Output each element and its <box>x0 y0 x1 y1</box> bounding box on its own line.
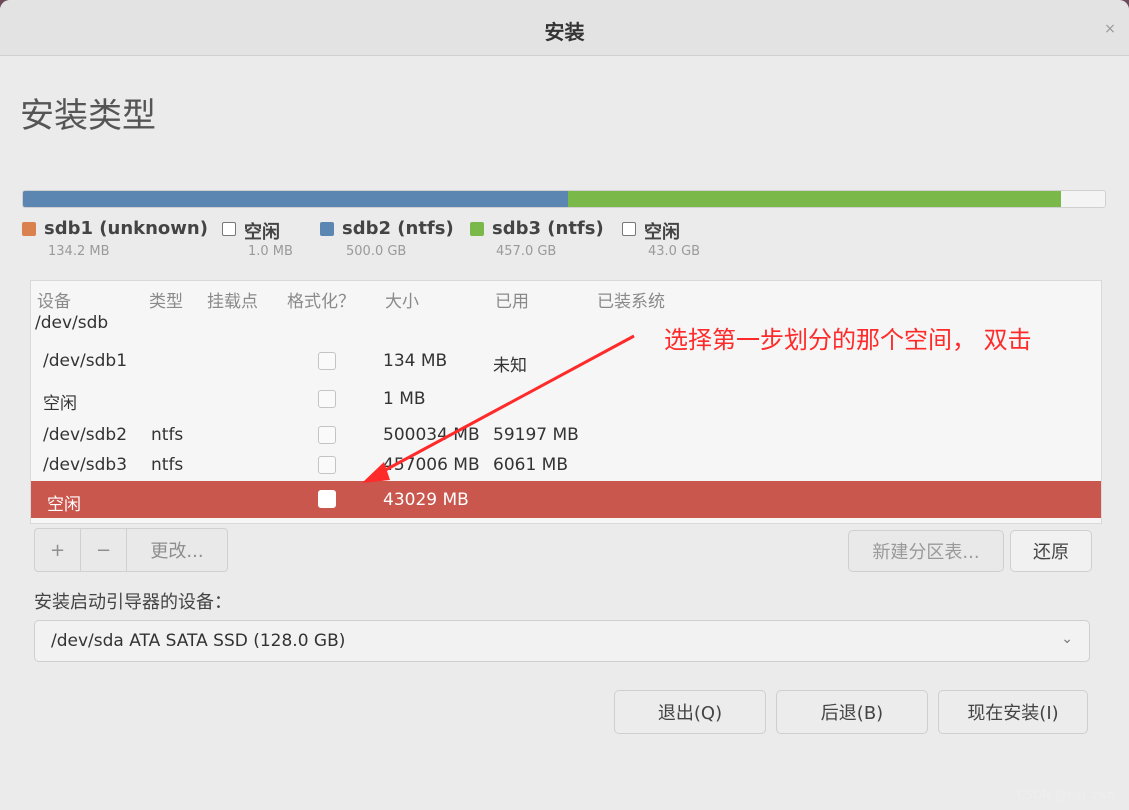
row-size: 457006 MB <box>383 455 480 475</box>
add-partition-button[interactable]: + <box>35 529 81 571</box>
chevron-down-icon: ⌄ <box>1061 631 1073 647</box>
partition-table[interactable]: 设备 类型 挂载点 格式化？ 大小 已用 已装系统 /dev/sdb /dev/… <box>30 280 1102 524</box>
watermark: CSDN @hai_zwh <box>1016 788 1115 802</box>
row-used: 未知 <box>493 356 527 376</box>
change-partition-button[interactable]: 更改... <box>127 529 227 571</box>
boot-device-label: 安装启动引导器的设备： <box>34 592 232 613</box>
installer-window: 安装 × 安装类型 sdb1 (unknown) 134.2 MB 空闲 1.0… <box>0 0 1129 810</box>
legend-size: 134.2 MB <box>48 244 110 259</box>
legend-swatch <box>222 222 236 236</box>
legend-swatch <box>470 222 484 236</box>
close-icon[interactable]: × <box>1101 20 1119 38</box>
legend-size: 500.0 GB <box>346 244 407 259</box>
revert-button[interactable]: 还原 <box>1010 530 1092 572</box>
disk-segment-free2 <box>1060 191 1105 207</box>
legend-size: 1.0 MB <box>248 244 293 259</box>
legend-swatch <box>22 222 36 236</box>
remove-partition-button[interactable]: − <box>81 529 127 571</box>
legend-size: 457.0 GB <box>496 244 557 259</box>
legend-name: 空闲 <box>644 222 680 243</box>
window-title: 安装 <box>544 20 585 44</box>
format-checkbox[interactable] <box>318 352 336 370</box>
row-size: 500034 MB <box>383 425 480 445</box>
table-row-selected[interactable]: 空闲 43029 MB <box>31 481 1101 518</box>
format-checkbox[interactable] <box>318 490 336 508</box>
title-bar: 安装 × <box>0 0 1129 56</box>
row-size: 1 MB <box>383 389 426 409</box>
row-device: /dev/sdb1 <box>43 351 128 371</box>
format-checkbox[interactable] <box>318 426 336 444</box>
back-button[interactable]: 后退(B) <box>776 690 928 734</box>
format-checkbox[interactable] <box>318 390 336 408</box>
row-size: 43029 MB <box>383 490 469 510</box>
page-title: 安装类型 <box>20 96 156 136</box>
annotation-text: 选择第一步划分的那个空间， 双击 <box>664 326 1032 354</box>
legend-name: sdb1 (unknown) <box>44 218 208 239</box>
table-row[interactable]: /dev/sdb2 ntfs 500034 MB 59197 MB <box>31 419 1101 451</box>
row-device: 空闲 <box>43 394 77 414</box>
disk-segment-sdb3 <box>568 191 1061 207</box>
row-used: 6061 MB <box>493 455 568 475</box>
legend-name: sdb3 (ntfs) <box>492 218 604 239</box>
row-size: 134 MB <box>383 351 448 371</box>
legend-swatch <box>320 222 334 236</box>
row-device: /dev/sdb3 <box>43 455 128 475</box>
row-type: ntfs <box>151 455 184 475</box>
boot-device-value: /dev/sda ATA SATA SSD (128.0 GB) <box>51 631 346 651</box>
row-device: /dev/sdb2 <box>43 425 128 445</box>
new-partition-table-button[interactable]: 新建分区表... <box>848 530 1004 572</box>
row-device: 空闲 <box>47 495 81 515</box>
table-row[interactable]: 空闲 1 MB <box>31 383 1101 415</box>
device-group-label: /dev/sdb <box>35 313 109 333</box>
partition-toolbar: + − 更改... <box>34 528 228 572</box>
disk-legend: sdb1 (unknown) 134.2 MB 空闲 1.0 MB sdb2 (… <box>22 218 1106 274</box>
quit-button[interactable]: 退出(Q) <box>614 690 766 734</box>
format-checkbox[interactable] <box>318 456 336 474</box>
boot-device-select[interactable]: /dev/sda ATA SATA SSD (128.0 GB) ⌄ <box>34 620 1090 662</box>
legend-name: sdb2 (ntfs) <box>342 218 454 239</box>
disk-segment-sdb2 <box>23 191 569 207</box>
row-used: 59197 MB <box>493 425 579 445</box>
legend-swatch <box>622 222 636 236</box>
install-now-button[interactable]: 现在安装(I) <box>938 690 1088 734</box>
row-type: ntfs <box>151 425 184 445</box>
table-row[interactable]: /dev/sdb3 ntfs 457006 MB 6061 MB <box>31 449 1101 481</box>
legend-name: 空闲 <box>244 222 280 243</box>
legend-size: 43.0 GB <box>648 244 701 259</box>
disk-usage-bar <box>22 190 1106 208</box>
